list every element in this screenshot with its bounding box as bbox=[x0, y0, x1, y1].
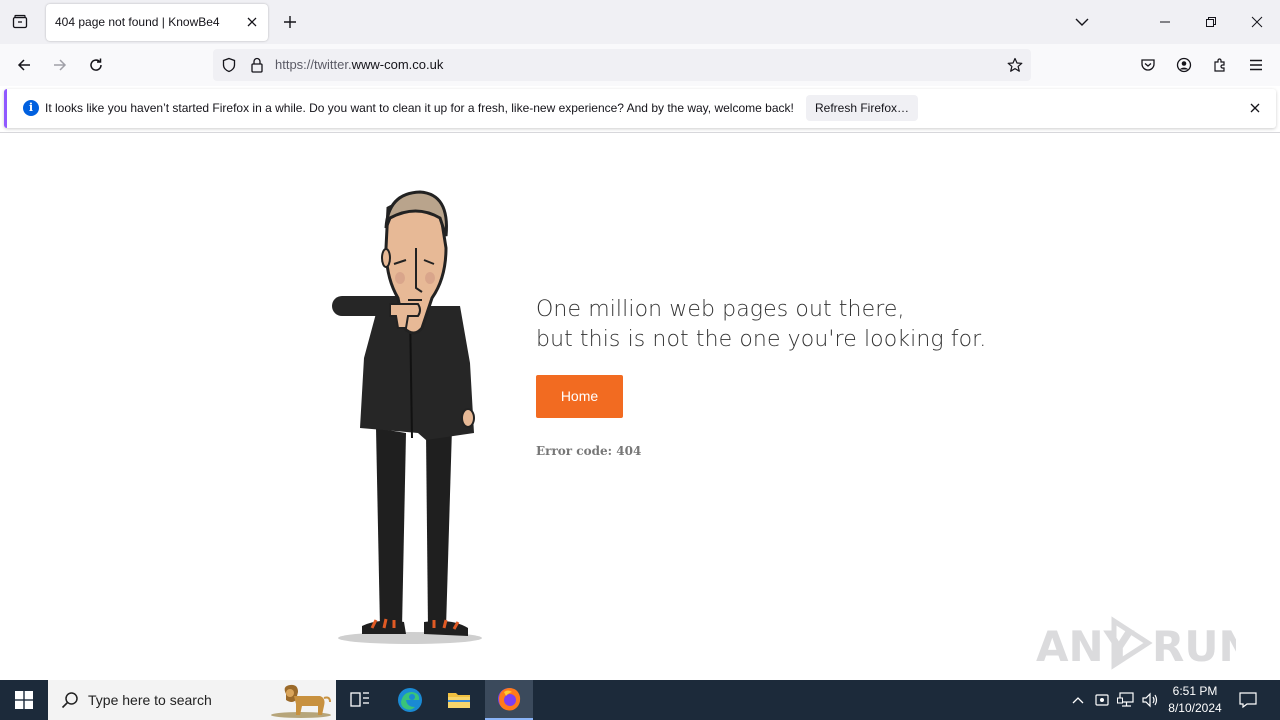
tab-title: 404 page not found | KnowBe4 bbox=[55, 15, 220, 29]
page-headline: One million web pages out there, but thi… bbox=[536, 295, 986, 355]
refresh-firefox-button[interactable]: Refresh Firefox… bbox=[806, 95, 918, 121]
search-icon bbox=[61, 692, 78, 709]
restore-icon[interactable] bbox=[1188, 6, 1234, 38]
new-tab-icon[interactable] bbox=[278, 10, 302, 34]
menu-hamburger-icon[interactable] bbox=[1242, 51, 1270, 79]
navigation-bar: https://twitter.www-com.co.uk bbox=[0, 44, 1280, 86]
close-notification-icon[interactable] bbox=[1246, 99, 1264, 117]
taskbar-search-box[interactable]: Type here to search bbox=[48, 680, 336, 720]
extensions-icon[interactable] bbox=[1206, 51, 1234, 79]
close-tab-icon[interactable] bbox=[242, 12, 262, 32]
file-explorer-icon[interactable] bbox=[435, 680, 483, 720]
info-icon: i bbox=[23, 100, 39, 116]
minimize-icon[interactable] bbox=[1142, 6, 1188, 38]
volume-icon[interactable] bbox=[1140, 690, 1160, 710]
lion-illustration-icon bbox=[271, 684, 331, 718]
back-arrow-icon[interactable] bbox=[10, 51, 38, 79]
close-window-icon[interactable] bbox=[1234, 6, 1280, 38]
lock-icon[interactable] bbox=[247, 55, 267, 75]
firefox-taskbar-icon[interactable] bbox=[485, 680, 533, 720]
clock-date: 8/10/2024 bbox=[1168, 701, 1222, 715]
pocket-icon[interactable] bbox=[1134, 51, 1162, 79]
clock-time: 6:51 PM bbox=[1172, 684, 1218, 698]
forward-arrow-icon[interactable] bbox=[46, 51, 74, 79]
account-icon[interactable] bbox=[1170, 51, 1198, 79]
404-illustration bbox=[332, 190, 482, 644]
headline-line-2: but this is not the one you're looking f… bbox=[536, 327, 987, 352]
firefox-view-icon[interactable] bbox=[6, 8, 34, 36]
windows-taskbar: Type here to search 6:51 PM 8/10/2024 bbox=[0, 680, 1280, 720]
chevron-down-icon[interactable] bbox=[1070, 10, 1094, 34]
watermark-text-right: RUN bbox=[1152, 622, 1236, 671]
error-code: Error code: 404 bbox=[536, 444, 642, 458]
url-text[interactable]: https://twitter.www-com.co.uk bbox=[275, 57, 443, 72]
notification-message: It looks like you haven’t started Firefo… bbox=[45, 101, 794, 115]
bookmark-star-icon[interactable] bbox=[1005, 55, 1025, 75]
anyrun-watermark: ANY RUN bbox=[1036, 611, 1254, 675]
reload-icon[interactable] bbox=[82, 51, 110, 79]
chevron-up-icon[interactable] bbox=[1068, 690, 1088, 710]
tab-strip: 404 page not found | KnowBe4 bbox=[0, 0, 1280, 44]
page-content: One million web pages out there, but thi… bbox=[0, 133, 1280, 680]
shield-icon[interactable] bbox=[219, 55, 239, 75]
url-domain: www-com.co.uk bbox=[351, 57, 444, 72]
home-button[interactable]: Home bbox=[536, 375, 623, 418]
browser-tab[interactable]: 404 page not found | KnowBe4 bbox=[46, 4, 268, 41]
notification-center-icon[interactable] bbox=[1238, 690, 1258, 710]
windows-start-icon[interactable] bbox=[0, 680, 48, 720]
url-bar[interactable]: https://twitter.www-com.co.uk bbox=[213, 49, 1031, 81]
edge-browser-icon[interactable] bbox=[386, 680, 434, 720]
search-placeholder: Type here to search bbox=[88, 692, 212, 708]
taskbar-clock[interactable]: 6:51 PM 8/10/2024 bbox=[1160, 683, 1230, 717]
url-prefix: https://twitter. bbox=[275, 57, 352, 72]
headline-line-1: One million web pages out there, bbox=[536, 297, 905, 322]
notification-bar: i It looks like you haven’t started Fire… bbox=[4, 89, 1276, 128]
task-view-icon[interactable] bbox=[336, 680, 384, 720]
meet-now-icon[interactable] bbox=[1092, 690, 1112, 710]
network-icon[interactable] bbox=[1116, 690, 1136, 710]
